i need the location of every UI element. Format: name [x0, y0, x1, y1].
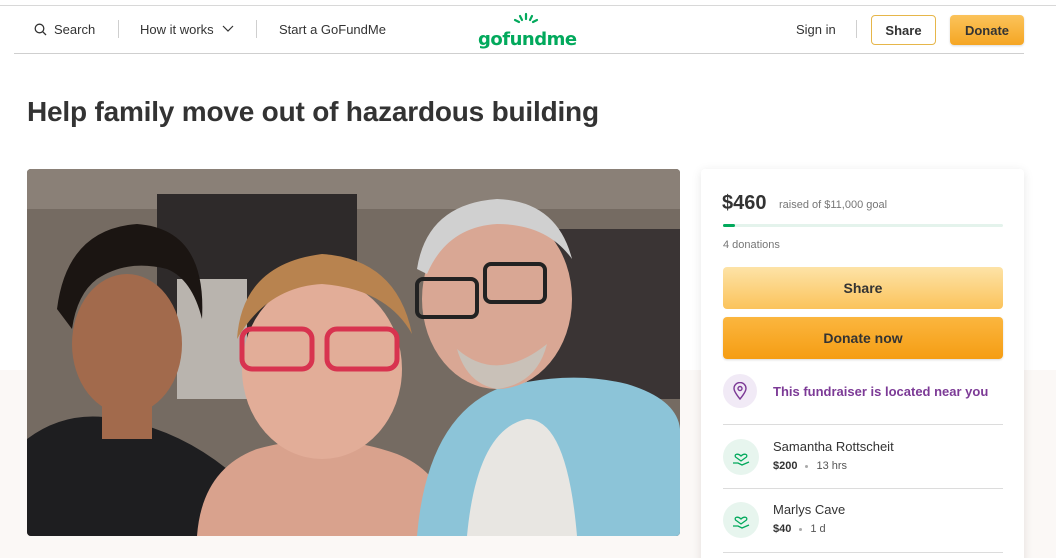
- nav-separator: [256, 20, 257, 38]
- site-header: Search How it works Start a GoFundMe gof…: [14, 6, 1024, 54]
- nav-separator: [856, 20, 857, 38]
- goal-text: raised of $11,000 goal: [779, 199, 888, 211]
- donate-now-button[interactable]: Donate now: [723, 317, 1003, 359]
- sign-in-link[interactable]: Sign in: [796, 6, 836, 52]
- start-gofundme-label: Start a GoFundMe: [279, 21, 386, 37]
- start-gofundme-link[interactable]: Start a GoFundMe: [279, 6, 386, 52]
- donor-time: 1 d: [810, 523, 826, 535]
- divider: [723, 552, 1003, 553]
- donor-meta: $200 13 hrs: [773, 460, 847, 472]
- donor-heart-hand-icon: [723, 439, 759, 475]
- gofundme-logo[interactable]: gofundme: [478, 12, 578, 52]
- progress-bar: [723, 224, 1003, 227]
- search-button[interactable]: Search: [34, 6, 95, 52]
- campaign-title: Help family move out of hazardous buildi…: [27, 96, 599, 127]
- how-it-works-label: How it works: [140, 21, 214, 37]
- donor-time: 13 hrs: [816, 460, 848, 472]
- donor-meta: $40 1 d: [773, 523, 826, 535]
- donor-name: Samantha Rottscheit: [773, 439, 894, 454]
- search-label: Search: [54, 21, 96, 37]
- search-icon: [34, 23, 47, 35]
- header-donate-button[interactable]: Donate: [950, 15, 1024, 45]
- logo-text: gofundme: [478, 29, 577, 50]
- donor-heart-hand-icon: [723, 502, 759, 538]
- amount-raised: $460: [722, 192, 767, 214]
- sign-in-label: Sign in: [796, 21, 836, 37]
- location-text: This fundraiser is located near you: [773, 383, 989, 399]
- progress-bar-fill: [723, 224, 735, 227]
- share-button[interactable]: Share: [723, 267, 1003, 309]
- divider: [723, 424, 1003, 425]
- donor-name: Marlys Cave: [773, 502, 846, 517]
- header-share-button[interactable]: Share: [871, 15, 936, 45]
- separator-dot: [805, 464, 809, 468]
- separator-dot: [799, 527, 803, 531]
- how-it-works-menu[interactable]: How it works: [140, 6, 234, 52]
- donor-amount: $40: [773, 523, 792, 535]
- donor-item: Marlys Cave $40 1 d: [723, 496, 1003, 540]
- chevron-down-icon: [222, 25, 234, 32]
- campaign-photo-illustration: [27, 169, 680, 536]
- donor-item: Samantha Rottscheit $200 13 hrs: [723, 433, 1003, 477]
- nav-separator: [118, 20, 119, 38]
- logo-sprout-icon: [513, 12, 539, 24]
- donor-amount: $200: [773, 460, 798, 472]
- divider: [723, 488, 1003, 489]
- location-pin-icon: [723, 374, 757, 408]
- donations-count: 4 donations: [723, 239, 780, 251]
- location-notice[interactable]: This fundraiser is located near you: [723, 373, 1003, 409]
- campaign-photo[interactable]: [27, 169, 680, 536]
- donation-card: $460 raised of $11,000 goal 4 donations …: [701, 169, 1024, 558]
